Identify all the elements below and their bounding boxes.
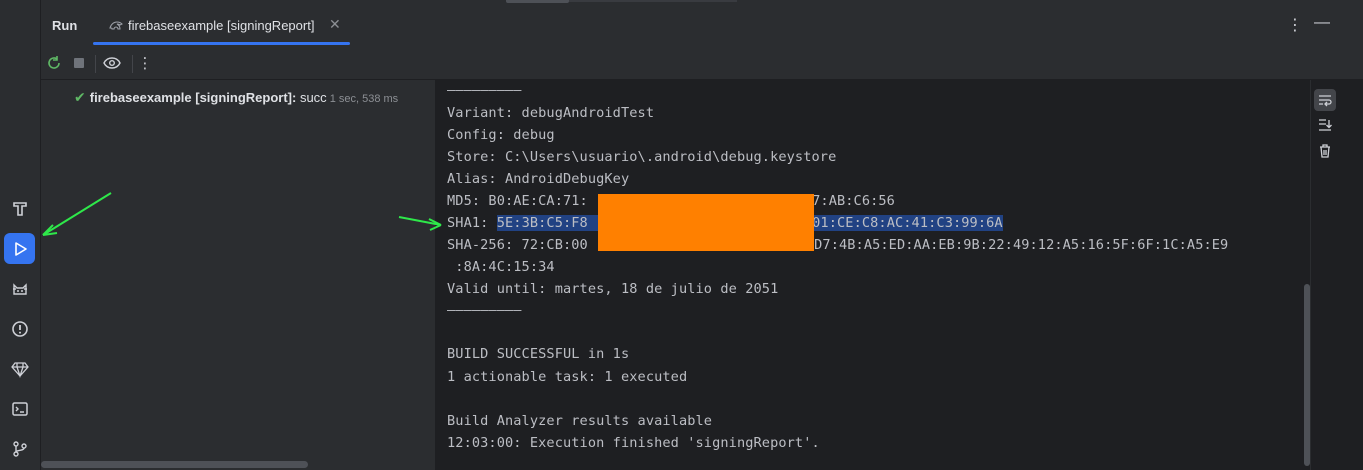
- annotation-arrow-sha1: [398, 216, 442, 231]
- annotation-arrows: [42, 192, 442, 236]
- annotation-arrow-run: [42, 192, 112, 236]
